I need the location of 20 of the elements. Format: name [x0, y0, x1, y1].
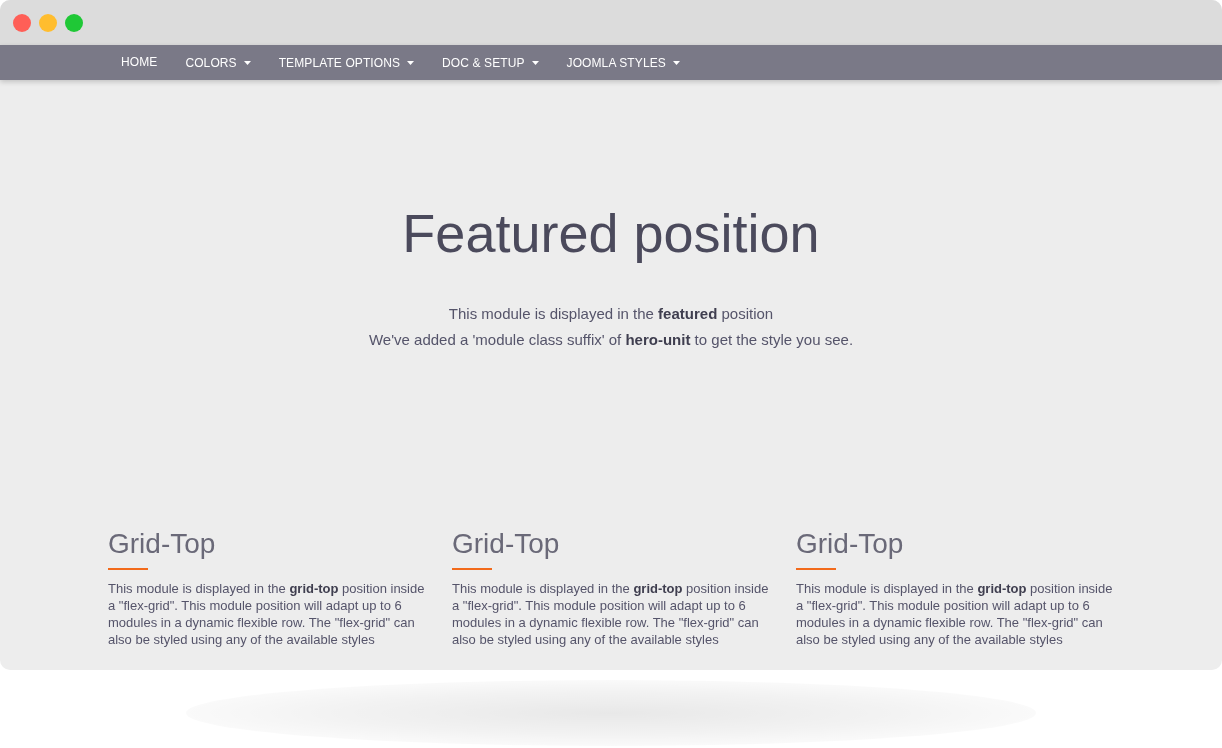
module-title: Grid-Top [108, 528, 216, 560]
module-title: Grid-Top [452, 528, 560, 560]
module-text: This module is displayed in the grid-top position inside a "flex-grid". This module position will adapt up to 6 modules in a dynamic flexible row. The "flex-grid" can also be styled using any of the available styles [108, 580, 426, 648]
nav-link[interactable]: DOC & SETUP [442, 56, 539, 70]
module-text: This module is displayed in the grid-top position inside a "flex-grid". This module position will adapt up to 6 modules in a dynamic flexible row. The "flex-grid" can also be styled using any of the available styles [452, 580, 770, 648]
accent-underline [452, 568, 492, 570]
hero-text: This module is displayed in the featured position [448, 304, 774, 324]
module-text: This module is displayed in the grid-top position inside a "flex-grid". This module position will adapt up to 6 modules in a dynamic flexible row. The "flex-grid" can also be styled using any of the available styles [796, 580, 1114, 648]
nav-link[interactable]: COLORS [185, 56, 251, 70]
module-title: Grid-Top [796, 528, 904, 560]
accent-underline [796, 568, 836, 570]
nav-link[interactable]: JOOMLA STYLES [566, 56, 680, 70]
hero-title: Featured position [402, 202, 820, 264]
accent-underline [108, 568, 148, 570]
window-control-button[interactable] [13, 13, 31, 32]
window-control-button[interactable] [39, 13, 57, 32]
nav-link[interactable]: TEMPLATE OPTIONS [278, 56, 415, 70]
window-control-button[interactable] [65, 13, 83, 32]
nav-link[interactable]: HOME [121, 54, 158, 69]
hero-text: We've added a 'module class suffix' of hero-unit to get the style you see. [368, 330, 854, 350]
